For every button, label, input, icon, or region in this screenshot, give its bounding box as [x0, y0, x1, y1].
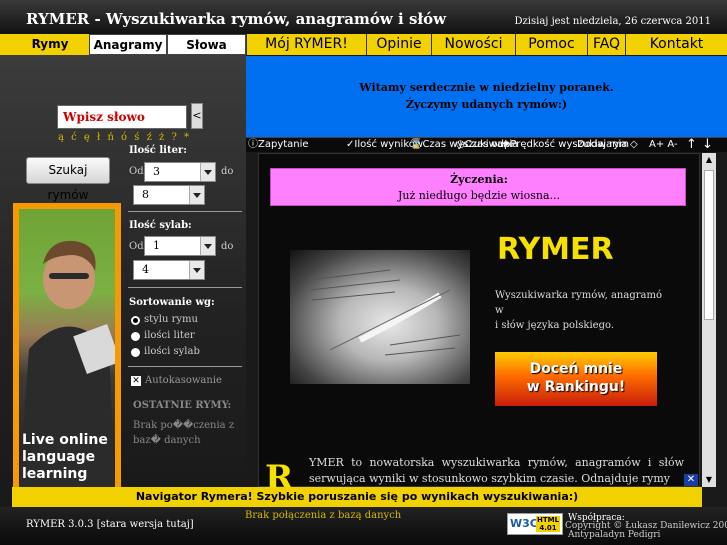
recent-rhymes-title: OSTATNIE RYMY: — [133, 400, 232, 411]
diamond-icon[interactable]: ◇ — [630, 138, 638, 152]
sort-radio-syllables[interactable] — [131, 348, 140, 357]
version-label: RYMER 3.0.3 — [26, 519, 94, 530]
old-version-link[interactable]: [stara wersja tutaj] — [97, 519, 194, 530]
sort-radio-letters[interactable] — [131, 332, 140, 341]
ad-text-line: Live online — [22, 432, 108, 448]
wishes-box: Życzenia: Już niedługo będzie wiosna... — [270, 168, 686, 206]
divider — [128, 287, 242, 288]
tab-anagramy[interactable]: Anagramy — [89, 34, 167, 55]
sort-option-label: ilości sylab — [144, 346, 200, 357]
arrow-down-icon[interactable]: ↓ — [702, 138, 713, 152]
description-line: i słów języka polskiego. — [495, 320, 614, 331]
quill-illustration — [309, 269, 461, 356]
nav-opinie[interactable]: Opinie — [366, 34, 431, 55]
chevron-down-icon — [200, 163, 215, 181]
letters-count-label: Ilość liter: — [129, 145, 187, 156]
letters-from-label: Od — [129, 166, 144, 177]
header: RYMER - Wyszukiwarka rymów, anagramów i … — [0, 0, 727, 34]
toolbar-query[interactable]: ⓘZapytanie — [248, 138, 309, 152]
letters-to-value: 8 — [142, 188, 149, 201]
html-version: HTML 4.01 — [536, 516, 560, 532]
sort-option-label: stylu rymu — [144, 314, 198, 325]
nav-faq[interactable]: FAQ — [587, 34, 625, 55]
chevron-down-icon — [189, 186, 204, 204]
chevron-down-icon — [189, 261, 204, 279]
scroll-thumb[interactable] — [704, 170, 714, 320]
navigator-bar[interactable]: Navigator Rymera! Szybkie poruszanie się… — [12, 487, 702, 507]
nav-kontakt[interactable]: Kontakt — [625, 34, 727, 55]
nav-moj-rymer[interactable]: Mój RYMER! — [246, 34, 366, 55]
site-title: RYMER - Wyszukiwarka rymów, anagramów i … — [26, 10, 447, 28]
syllables-from-select[interactable]: 1 — [144, 236, 216, 256]
recent-rhymes-error: Brak po��czenia z baz� danych — [133, 420, 235, 446]
nav-nowosci[interactable]: Nowości — [431, 34, 515, 55]
main-nav: Rymy Anagramy Słowa Mój RYMER! Opinie No… — [0, 34, 727, 55]
header-date: Dzisiaj jest niedziela, 26 czerwca 2011 — [514, 16, 711, 27]
nav-pomoc[interactable]: Pomoc — [515, 34, 587, 55]
font-size-control[interactable]: A+ A- — [649, 138, 678, 152]
autodelete-label: Autokasowanie — [145, 375, 222, 386]
ad-text[interactable]: Live online language learning — [22, 432, 108, 483]
footer-version: RYMER 3.0.3 [stara wersja tutaj] — [26, 519, 194, 530]
welcome-line: Życzymy udanych rymów:) — [405, 98, 568, 111]
syllables-count-label: Ilość sylab: — [129, 220, 192, 231]
ranking-button[interactable]: Doceń mnie w Rankingu! — [495, 352, 657, 406]
welcome-line: Witamy serdecznie w niedzielny poranek. — [359, 81, 614, 94]
intro-paragraph: YMER to nowatorska wyszukiwarka rymów, a… — [309, 456, 684, 485]
help-icon: ⓘ — [248, 139, 258, 150]
sort-label: Sortowanie wg: — [129, 297, 215, 308]
letters-to-label: do — [221, 166, 234, 177]
scroll-down-icon[interactable]: ▼ — [702, 473, 716, 487]
ranking-line: w Rankingu! — [526, 379, 626, 395]
ad-text-line: language — [22, 449, 96, 465]
search-input[interactable]: Wpisz słowo — [57, 105, 187, 129]
wishes-title: Życzenia: — [450, 173, 508, 186]
rymer-logo: RYMER — [497, 232, 614, 267]
syllables-to-select[interactable]: 4 — [133, 260, 205, 280]
description-line: w — [495, 305, 504, 316]
sort-radio-style[interactable] — [131, 316, 140, 325]
ranking-line: Doceń mnie — [529, 361, 623, 377]
tab-rymy[interactable]: Rymy — [11, 34, 89, 55]
partner-link[interactable]: Antypaladyn Pedigri — [568, 530, 660, 540]
book-quill-image — [290, 250, 470, 384]
sort-option-label: ilości liter — [144, 330, 195, 341]
letters-to-select[interactable]: 8 — [133, 185, 205, 205]
syllables-to-value: 4 — [142, 263, 149, 276]
clear-button[interactable]: < — [191, 103, 203, 129]
letters-from-select[interactable]: 3 — [144, 162, 216, 182]
syllables-from-label: Od — [129, 241, 144, 252]
ad-text-line: learning — [22, 466, 88, 482]
divider — [128, 366, 242, 367]
tab-slowa[interactable]: Słowa — [167, 34, 246, 55]
w3c-badge[interactable]: W3C HTML 4.01 — [507, 513, 563, 535]
description-line: Wyszukiwarka rymów, anagramó — [495, 290, 662, 301]
results-toolbar: ⓘZapytanie ✓Ilość wyników ⌛Czas wyszukiw… — [246, 137, 727, 152]
wishes-text: Już niedługo będzie wiosna... — [398, 189, 560, 202]
toolbar-label: Dodaj rym — [577, 139, 630, 150]
footer: RYMER 3.0.3 [stara wersja tutaj] Brak po… — [0, 507, 727, 545]
rymer-description: Wyszukiwarka rymów, anagramó w i słów ję… — [495, 288, 665, 333]
letters-from-value: 3 — [153, 165, 160, 178]
special-letters[interactable]: ą ć ę ł ń ó ś ź ż ? * — [58, 132, 191, 143]
toolbar-add-rhyme[interactable]: Dodaj rym — [577, 138, 629, 152]
search-button[interactable]: Szukaj rymów — [26, 157, 110, 202]
autodelete-checkbox[interactable]: ✕ — [131, 376, 141, 386]
toolbar-label: Zapytanie — [258, 139, 309, 150]
close-icon[interactable]: ✕ — [684, 474, 698, 486]
clock-icon: ◷ — [456, 139, 465, 150]
arrow-up-icon[interactable]: ↑ — [686, 138, 697, 152]
w3c-logo: W3C — [510, 517, 538, 530]
hourglass-icon: ⌛ — [410, 139, 423, 150]
welcome-banner: Witamy serdecznie w niedzielny poranek. … — [246, 56, 727, 137]
divider — [128, 211, 242, 212]
syllables-to-label: do — [221, 241, 234, 252]
scroll-up-icon[interactable]: ▲ — [702, 153, 716, 167]
chevron-down-icon — [200, 237, 215, 255]
syllables-from-value: 1 — [153, 239, 160, 252]
db-error: Brak połączenia z bazą danych — [245, 510, 402, 521]
